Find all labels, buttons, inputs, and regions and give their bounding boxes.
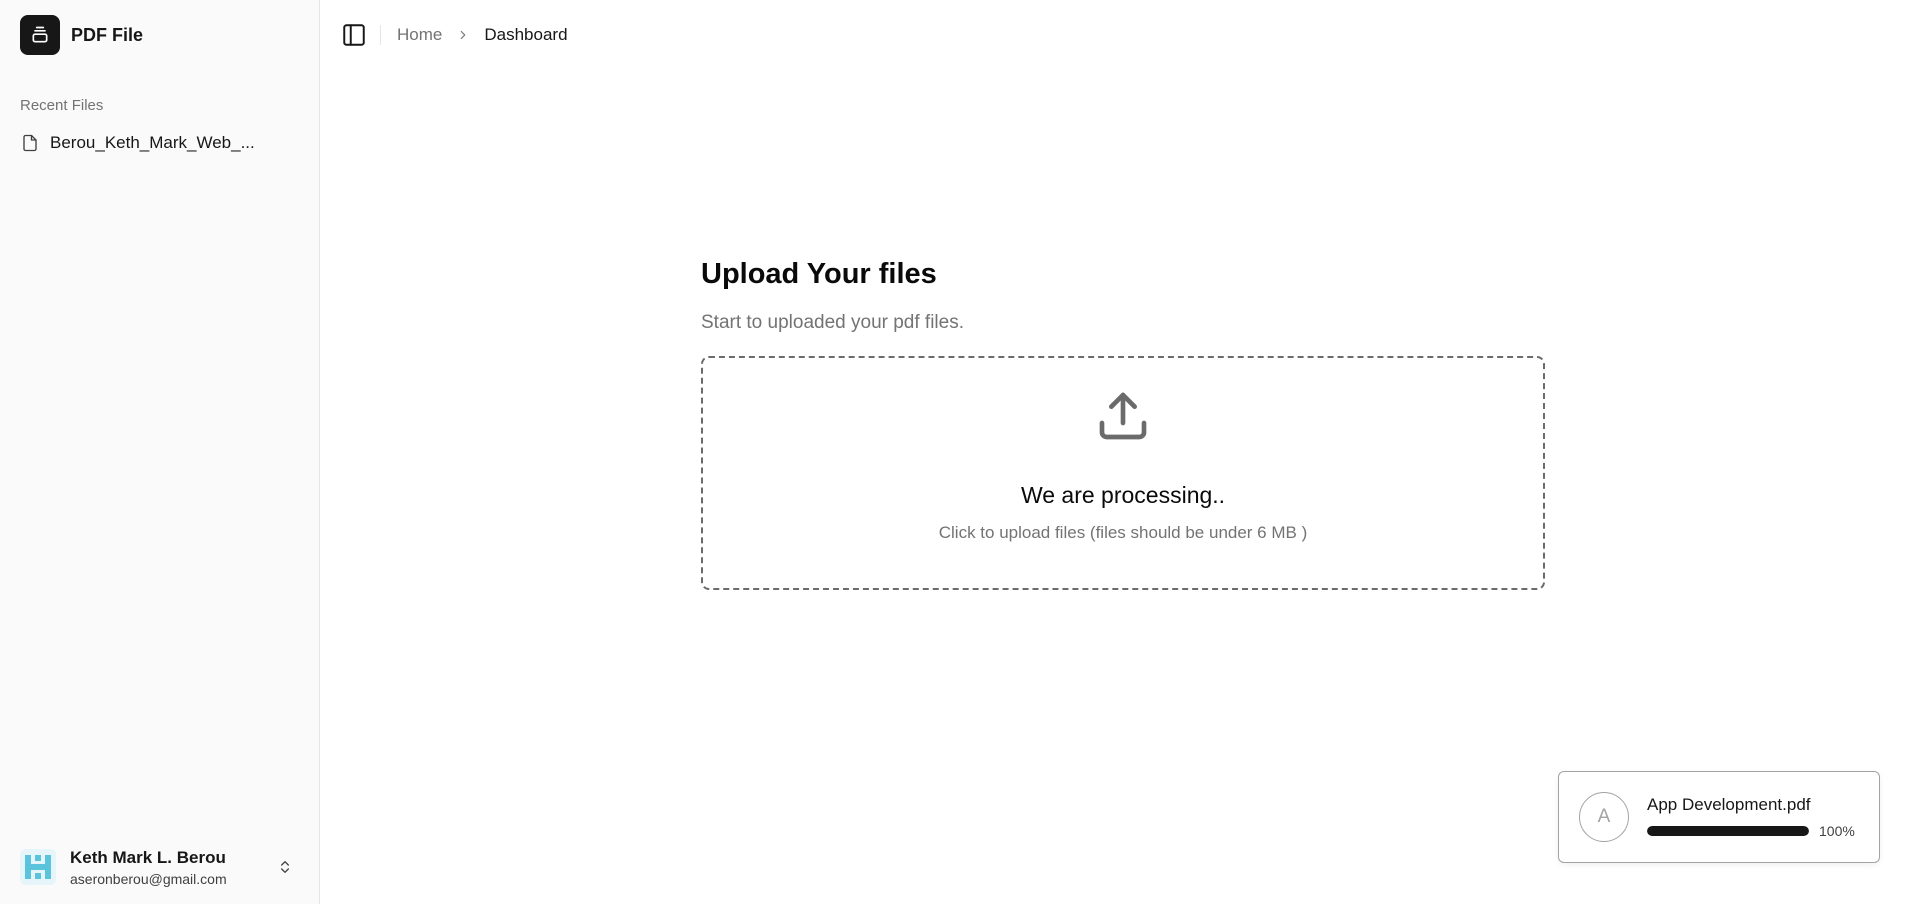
upload-icon — [1095, 388, 1151, 444]
sidebar: PDF File Recent Files Berou_Keth_Mark_We… — [0, 0, 320, 904]
recent-files-label: Recent Files — [20, 97, 104, 114]
toast-file-name: App Development.pdf — [1647, 795, 1811, 814]
recent-file-label: Berou_Keth_Mark_Web_... — [50, 133, 255, 152]
processing-status: We are processing.. — [1020, 482, 1226, 508]
progress-track — [1647, 826, 1809, 836]
topbar-divider — [380, 25, 381, 45]
toast-body: App Development.pdf 100% — [1647, 795, 1855, 839]
breadcrumb-current: Dashboard — [484, 25, 568, 44]
chevron-right-icon — [456, 28, 470, 42]
panel-left-icon[interactable] — [340, 21, 368, 49]
brand-name: PDF File — [71, 24, 144, 45]
recent-file-item[interactable]: Berou_Keth_Mark_Web_... — [10, 126, 309, 160]
user-info: Keth Mark L. Berou aseronberou@gmail.com — [70, 848, 227, 887]
page-subtitle: Start to uploaded your pdf files. — [701, 312, 964, 333]
upload-hint: Click to upload files (files should be u… — [938, 523, 1308, 542]
app-root: PDF File Recent Files Berou_Keth_Mark_We… — [0, 0, 1920, 904]
user-email: aseronberou@gmail.com — [70, 870, 227, 887]
user-name: Keth Mark L. Berou — [70, 847, 226, 867]
stack-icon — [20, 15, 60, 55]
progress-label: 100% — [1819, 823, 1855, 839]
upload-section: Upload Your files Start to uploaded your… — [701, 258, 1545, 590]
file-icon — [20, 133, 40, 153]
toast-progress-row: 100% — [1647, 823, 1855, 839]
main-content: Home Dashboard Upload Your files Start t… — [320, 0, 1920, 904]
avatar — [20, 849, 56, 885]
user-menu[interactable]: Keth Mark L. Berou aseronberou@gmail.com — [10, 840, 309, 894]
page-title: Upload Your files — [701, 258, 937, 290]
chevrons-up-down-icon[interactable] — [275, 857, 295, 877]
breadcrumb: Home Dashboard — [397, 25, 568, 45]
topbar: Home Dashboard — [320, 0, 1920, 70]
toast-avatar: A — [1579, 792, 1629, 842]
upload-dropzone[interactable]: We are processing.. Click to upload file… — [701, 356, 1545, 590]
breadcrumb-home[interactable]: Home — [397, 25, 442, 45]
progress-fill — [1647, 826, 1809, 836]
brand[interactable]: PDF File — [0, 0, 319, 70]
upload-toast: A App Development.pdf 100% — [1558, 771, 1880, 863]
